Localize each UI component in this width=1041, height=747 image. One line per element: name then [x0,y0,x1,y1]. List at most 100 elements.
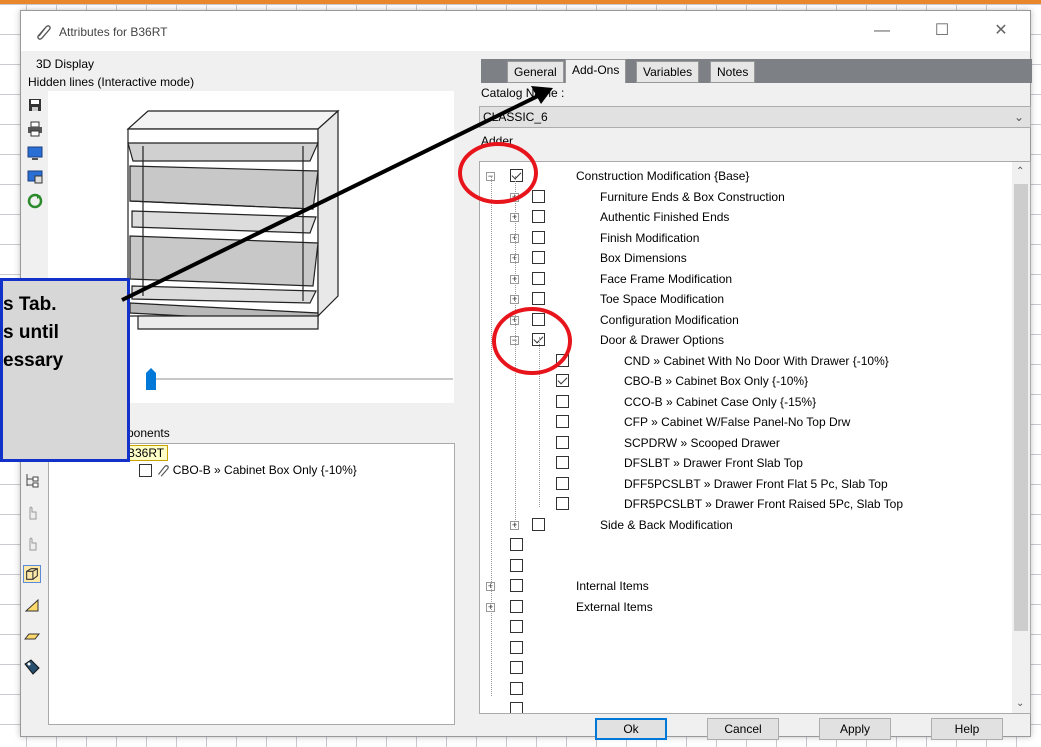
tree-row-level1[interactable]: + Configuration Modification [480,310,1000,330]
tree-checkbox[interactable] [532,271,545,285]
tree-row-top[interactable] [480,699,1000,713]
tree-row-top[interactable] [480,617,1000,637]
tree-row-level2[interactable]: DFSLBT » Drawer Front Slab Top [480,453,1000,473]
tree-checkbox[interactable] [510,620,523,633]
tree-checkbox[interactable] [556,476,569,490]
tree-row-top[interactable] [480,556,1000,576]
tree-row-level2[interactable]: CCO-B » Cabinet Case Only {-15%} [480,392,1000,412]
hand-pointer-icon[interactable] [23,503,41,521]
catalog-name-label: Catalog Name : [481,86,565,100]
display-group-label: 3D Display [36,57,95,71]
preview-slider-thumb[interactable] [145,367,157,391]
tree-checkbox[interactable] [532,312,545,326]
help-button[interactable]: Help [931,718,1003,740]
tree-checkbox[interactable] [510,702,523,713]
callout-line-1: s Tab. [3,294,57,315]
tab-general[interactable]: General [507,61,564,83]
tree-checkbox[interactable] [510,661,523,674]
tree-row-level2[interactable]: DFR5PCSLBT » Drawer Front Raised 5Pc, Sl… [480,494,1000,514]
tree-checkbox[interactable] [556,353,569,367]
tree-checkbox[interactable] [510,599,523,613]
apply-button[interactable]: Apply [819,718,891,740]
tab-add-ons[interactable]: Add-Ons [565,59,627,83]
tree-label: Construction Modification {Base} [576,169,750,183]
scroll-up-icon[interactable]: ⌃ [1016,166,1024,177]
tree-row-level2[interactable]: CBO-B » Cabinet Box Only {-10%} [480,371,1000,391]
tree-label: CFP » Cabinet W/False Panel-No Top Drw [624,415,851,429]
tree-row-top[interactable]: + Internal Items [480,576,1000,596]
ok-button[interactable]: Ok [595,718,667,740]
catalog-name-select[interactable]: CLASSIC_6 ⌄ [479,106,1031,128]
tab-strip: General Add-Ons Variables Notes [481,59,1032,83]
minimize-button[interactable]: — [871,21,893,41]
tree-row-level1[interactable]: + Face Frame Modification [480,269,1000,289]
save-icon[interactable] [27,97,43,113]
tree-row-level1[interactable]: + Furniture Ends & Box Construction [480,187,1000,207]
tab-notes[interactable]: Notes [710,61,756,83]
tree-checkbox[interactable] [532,189,545,203]
shelf-icon[interactable] [23,627,41,645]
print-icon[interactable] [27,121,43,137]
components-panel [48,443,455,725]
tree-row-level1[interactable]: + Authentic Finished Ends [480,207,1000,227]
tree-checkbox[interactable] [510,558,523,572]
maximize-button[interactable]: ☐ [931,21,953,41]
tree-row-level1[interactable]: − Door & Drawer Options [480,330,1000,350]
tree-checkbox[interactable] [556,415,569,428]
tag-icon[interactable] [23,658,41,676]
tree-row-level1[interactable]: + Toe Space Modification [480,289,1000,309]
tree-row-level1[interactable]: + Side & Back Modification [480,515,1000,535]
tree-label: SCPDRW » Scooped Drawer [624,435,780,450]
tree-checkbox[interactable] [532,517,545,531]
tree-row-level1[interactable]: + Box Dimensions [480,248,1000,268]
tree-checkbox[interactable] [510,538,523,551]
tree-label: CBO-B » Cabinet Box Only {-10%} [624,374,809,388]
refresh-icon[interactable] [27,193,43,209]
panel-edge-icon[interactable] [23,596,41,614]
tree-checkbox[interactable] [532,210,545,223]
tree-row-top[interactable] [480,638,1000,658]
tree-structure-icon[interactable] [23,472,41,490]
scroll-down-icon[interactable]: ⌄ [1016,698,1024,709]
display-toolbar [27,97,45,217]
tree-checkbox[interactable] [510,579,523,592]
adder-tree[interactable]: ⌃ ⌄ − Construction Modification {Base} + Fu… [479,161,1031,714]
tree-label: Configuration Modification [600,312,739,327]
hand-pointer-alt-icon[interactable] [23,534,41,552]
tree-checkbox[interactable] [556,374,569,387]
tab-variables[interactable]: Variables [636,61,700,83]
component-checkbox[interactable] [139,464,152,478]
tree-row-level2[interactable]: SCPDRW » Scooped Drawer [480,433,1000,453]
tree-row-top[interactable] [480,535,1000,555]
tree-checkbox[interactable] [510,681,523,695]
tree-scrollbar[interactable]: ⌃ ⌄ [1012,162,1030,713]
cancel-button[interactable]: Cancel [707,718,779,740]
tree-row-top[interactable] [480,679,1000,699]
tree-checkbox[interactable] [510,169,523,182]
tree-row-top[interactable] [480,658,1000,678]
component-child-label: CBO-B » Cabinet Box Only {-10%} [172,463,357,477]
monitor-window-icon[interactable] [27,169,43,185]
tree-row-level2[interactable]: CFP » Cabinet W/False Panel-No Top Drw [480,412,1000,432]
tree-row-root[interactable]: − Construction Modification {Base} [480,166,1000,186]
monitor-icon[interactable] [27,145,43,161]
tree-row-level1[interactable]: + Finish Modification [480,228,1000,248]
tree-checkbox[interactable] [556,497,569,510]
component-tree-child[interactable]: CBO-B » Cabinet Box Only {-10%} [139,463,357,478]
tree-checkbox[interactable] [532,230,545,244]
tree-checkbox[interactable] [510,640,523,654]
tree-checkbox[interactable] [532,251,545,264]
close-button[interactable]: ✕ [990,21,1012,41]
tree-row-top[interactable]: + External Items [480,597,1000,617]
tree-label: External Items [576,599,653,614]
tree-row-level2[interactable]: CND » Cabinet With No Door With Drawer {… [480,351,1000,371]
scrollbar-thumb[interactable] [1014,184,1028,631]
tree-row-level2[interactable]: DFF5PCSLBT » Drawer Front Flat 5 Pc, Sla… [480,474,1000,494]
tree-checkbox[interactable] [556,435,569,449]
preview-slider-track[interactable] [153,378,453,380]
attributes-dialog: Attributes for B36RT — ☐ ✕ 3D Display Hi… [20,10,1032,740]
tree-checkbox[interactable] [556,394,569,408]
tree-checkbox[interactable] [556,456,569,469]
cube-box-icon[interactable] [23,565,41,583]
tree-checkbox[interactable] [532,292,545,305]
